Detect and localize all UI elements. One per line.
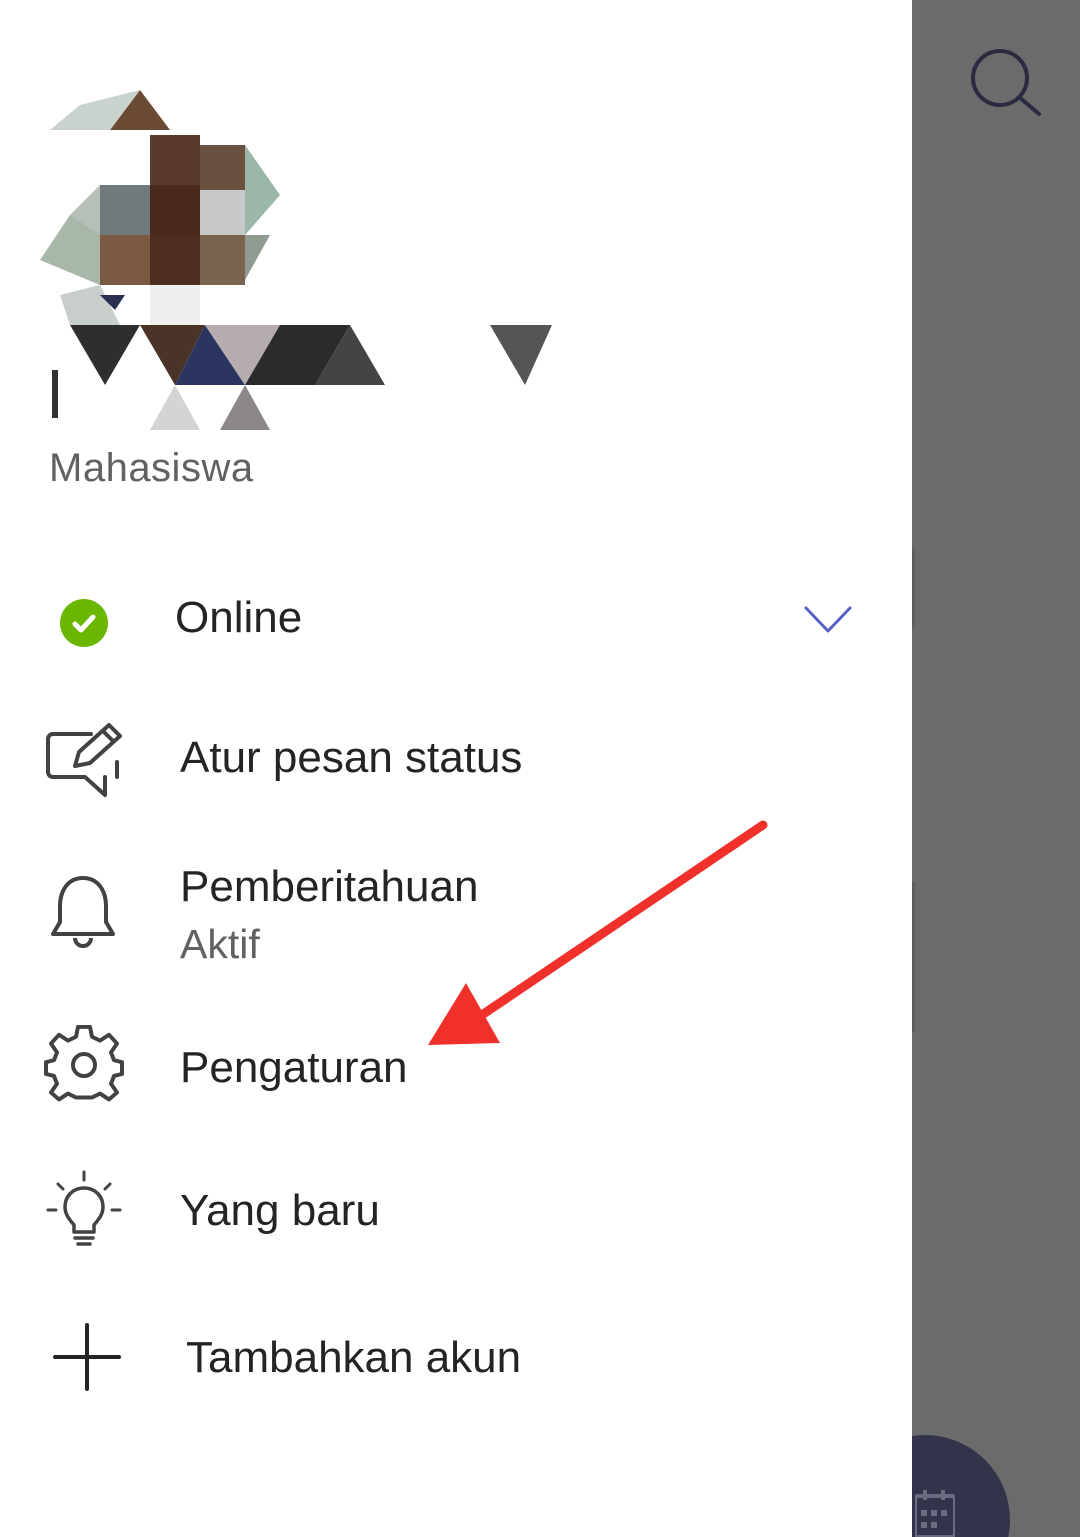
notifications-state: Aktif xyxy=(180,921,260,967)
status-selector[interactable] xyxy=(0,580,912,670)
search-icon[interactable] xyxy=(962,40,1052,130)
background-divider xyxy=(912,548,915,628)
dimmed-background[interactable] xyxy=(912,0,1080,1537)
edit-message-icon xyxy=(46,723,122,797)
settings-label: Pengaturan xyxy=(180,1043,408,1092)
gear-icon xyxy=(44,1025,124,1102)
app-screen: Mahasiswa Online Atur pesan status Pembe… xyxy=(0,0,1080,1537)
notifications-label: Pemberitahuan xyxy=(180,862,479,911)
lightbulb-icon xyxy=(46,1170,122,1246)
whats-new-label: Yang baru xyxy=(180,1186,380,1235)
calendar-icon xyxy=(915,1490,955,1537)
settings-item[interactable] xyxy=(0,1020,912,1115)
check-circle-icon xyxy=(72,614,96,633)
bell-icon xyxy=(51,876,115,948)
redacted-avatar[interactable] xyxy=(30,85,560,430)
background-divider xyxy=(912,882,915,1032)
profile-role: Mahasiswa xyxy=(49,446,254,490)
plus-icon xyxy=(53,1323,121,1391)
account-drawer: Mahasiswa Online Atur pesan status Pembe… xyxy=(0,0,912,1537)
status-label: Online xyxy=(175,593,303,642)
set-status-message-label: Atur pesan status xyxy=(180,733,523,782)
chevron-down-icon[interactable] xyxy=(803,605,853,635)
add-account-label: Tambahkan akun xyxy=(186,1333,522,1382)
whats-new-item[interactable] xyxy=(0,1165,912,1260)
